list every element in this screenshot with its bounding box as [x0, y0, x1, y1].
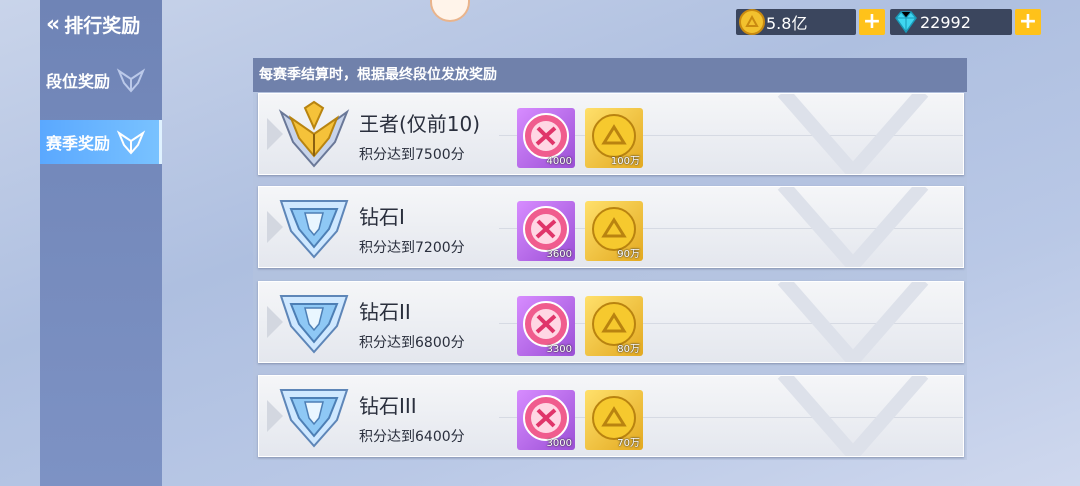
rank-requirement: 积分达到6400分 [359, 429, 465, 445]
reward-coins[interactable]: 70万 [585, 390, 643, 450]
row-decor-v [777, 282, 929, 362]
mascot-avatar [430, 0, 470, 22]
rank-name: 钻石II [359, 300, 411, 324]
chevron-left-icon: « [46, 11, 60, 37]
rank-name: 钻石III [359, 394, 417, 418]
rank-name: 钻石I [359, 205, 405, 229]
nav-item-label: 赛季奖励 [46, 134, 111, 153]
diamond-emblem-icon [279, 389, 349, 448]
nav-item-season-rewards[interactable]: 赛季奖励 [40, 120, 162, 164]
rank-row: 钻石II 积分达到6800分 3300 80万 [258, 281, 964, 363]
nav-item-rank-rewards[interactable]: 段位奖励 [40, 58, 162, 102]
rank-token-icon [523, 301, 569, 347]
reward-token[interactable]: 3600 [517, 201, 575, 261]
coin-value: 5.8亿 [766, 14, 808, 33]
rank-requirement: 积分达到7200分 [359, 240, 465, 256]
row-decor-v [777, 94, 929, 174]
reward-quantity: 3000 [546, 438, 572, 449]
reward-quantity: 90万 [617, 249, 640, 260]
reward-quantity: 3300 [546, 344, 572, 355]
rank-emblem-icon [116, 130, 146, 155]
rank-row: 钻石III 积分达到6400分 3000 70万 [258, 375, 964, 457]
row-decor-v [777, 187, 929, 267]
reward-quantity: 70万 [617, 438, 640, 449]
add-diamonds-button[interactable]: + [1015, 9, 1041, 35]
reward-coins[interactable]: 90万 [585, 201, 643, 261]
reward-quantity: 80万 [617, 344, 640, 355]
king-emblem-icon [278, 100, 350, 168]
rank-row: 王者(仅前10) 积分达到7500分 4000 100万 [258, 93, 964, 175]
reward-token[interactable]: 3000 [517, 390, 575, 450]
diamond-balance: 22992 [890, 9, 1012, 35]
rank-token-icon [523, 113, 569, 159]
rank-name: 王者(仅前10) [359, 112, 481, 136]
reward-quantity: 3600 [546, 249, 572, 260]
reward-coins[interactable]: 100万 [585, 108, 643, 168]
back-button[interactable]: « 排行奖励 [40, 0, 162, 48]
nav-item-label: 段位奖励 [46, 72, 111, 91]
diamond-value: 22992 [920, 12, 971, 32]
rank-emblem-icon [116, 68, 146, 93]
diamond-emblem-icon [279, 200, 349, 259]
rank-row: 钻石I 积分达到7200分 3600 90万 [258, 186, 964, 268]
rank-token-icon [523, 395, 569, 441]
row-decor-v [777, 376, 929, 456]
reward-quantity: 4000 [546, 156, 572, 167]
reward-coins[interactable]: 80万 [585, 296, 643, 356]
back-title: 排行奖励 [64, 14, 141, 37]
add-coins-button[interactable]: + [859, 9, 885, 35]
reward-token[interactable]: 4000 [517, 108, 575, 168]
rank-token-icon [523, 206, 569, 252]
gold-coin-icon [739, 9, 765, 35]
diamond-emblem-icon [279, 295, 349, 354]
reward-token[interactable]: 3300 [517, 296, 575, 356]
panel-notice: 每赛季结算时，根据最终段位发放奖励 [253, 58, 967, 92]
coin-balance: 5.8亿 [736, 9, 856, 35]
rank-requirement: 积分达到6800分 [359, 335, 465, 351]
diamond-icon [895, 11, 917, 34]
rank-requirement: 积分达到7500分 [359, 147, 465, 163]
reward-quantity: 100万 [610, 156, 640, 167]
